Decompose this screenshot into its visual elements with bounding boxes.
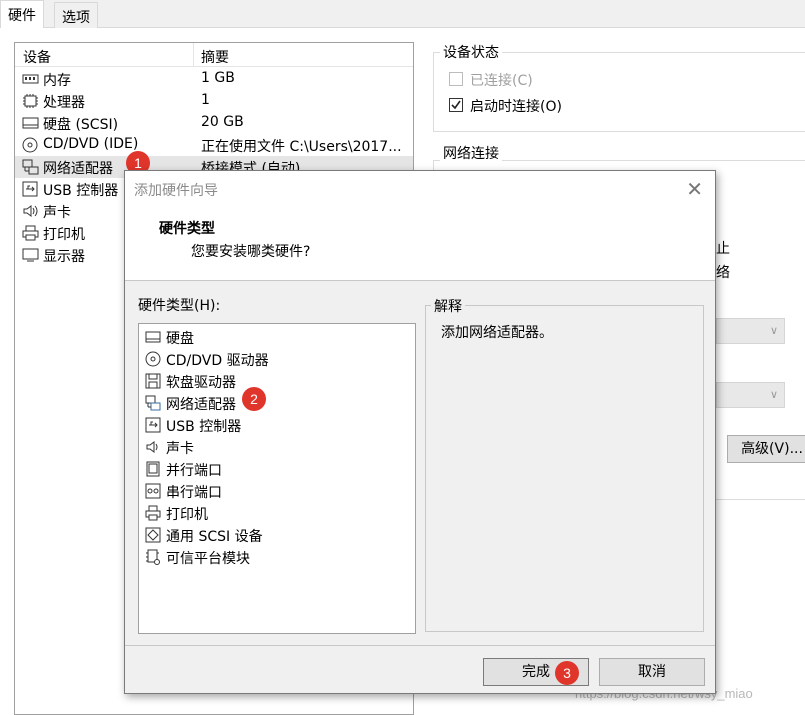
connect-at-power-on-checkbox[interactable] (449, 98, 463, 112)
device-name: 打印机 (43, 227, 85, 243)
hardware-type-list[interactable]: 硬盘 CD/DVD 驱动器 软盘驱动器 网络适配器 USB 控制器 声卡 并行端… (138, 323, 416, 634)
sound-card-icon (146, 441, 158, 453)
annotation-badge-3: 3 (555, 661, 579, 685)
network-option-text-2: 络 (716, 265, 730, 281)
hardware-item-cd-dvd[interactable]: CD/DVD 驱动器 (139, 348, 415, 370)
serial-port-icon (145, 483, 161, 499)
annotation-badge-2: 2 (242, 387, 266, 411)
hardware-item-label: 打印机 (166, 507, 208, 523)
tab-hardware[interactable]: 硬件 (0, 0, 44, 29)
device-name: 显示器 (43, 249, 85, 265)
connected-checkbox[interactable] (449, 72, 463, 86)
device-name: 内存 (43, 73, 71, 89)
device-row-cd-dvd[interactable]: CD/DVD (IDE) 正在使用文件 C:\Users\2017... (15, 134, 413, 156)
hardware-item-label: 软盘驱动器 (166, 375, 236, 391)
hard-disk-icon (22, 117, 39, 129)
connected-label: 已连接(C) (470, 73, 533, 89)
usb-controller-icon (145, 417, 161, 433)
device-summary: 1 GB (201, 70, 235, 86)
chevron-down-icon: ∨ (769, 388, 778, 401)
memory-icon (22, 74, 39, 84)
device-name: USB 控制器 (43, 183, 119, 199)
hardware-item-hard-disk[interactable]: 硬盘 (139, 326, 415, 348)
hardware-item-label: 可信平台模块 (166, 551, 250, 567)
network-adapter-icon (22, 159, 39, 175)
device-status-title: 设备状态 (440, 42, 502, 62)
hardware-item-serial-port[interactable]: 串行端口 (139, 480, 415, 502)
device-row-hard-disk[interactable]: 硬盘 (SCSI) 20 GB (15, 112, 413, 134)
tab-options[interactable]: 选项 (54, 2, 98, 29)
device-name: 声卡 (43, 205, 71, 221)
tab-bar: 硬件 选项 (0, 0, 805, 29)
chevron-down-icon: ∨ (769, 324, 778, 337)
display-icon (22, 248, 39, 262)
network-option-text-1: 止 (716, 241, 730, 257)
hardware-item-floppy[interactable]: 软盘驱动器 (139, 370, 415, 392)
hardware-item-label: USB 控制器 (166, 419, 242, 435)
sound-card-icon (23, 205, 38, 217)
network-dropdown-2[interactable]: ∨ (716, 382, 785, 408)
hardware-item-sound-card[interactable]: 声卡 (139, 436, 415, 458)
column-summary[interactable]: 摘要 (201, 47, 229, 67)
hardware-item-label: 通用 SCSI 设备 (166, 529, 263, 545)
hardware-item-printer[interactable]: 打印机 (139, 502, 415, 524)
device-list-header: 设备 摘要 (15, 43, 413, 67)
network-adapter-icon (145, 395, 161, 411)
dialog-title: 添加硬件向导 (134, 183, 218, 199)
hardware-item-label: 网络适配器 (166, 397, 236, 413)
advanced-button[interactable]: 高级(V)... (727, 435, 805, 463)
dialog-title-bar: 添加硬件向导 ✕ (125, 171, 715, 207)
printer-icon (22, 225, 39, 241)
dialog-header: 硬件类型 您要安装哪类硬件? (125, 207, 715, 281)
add-hardware-wizard-dialog: 添加硬件向导 ✕ 硬件类型 您要安装哪类硬件? 硬件类型(H): 硬盘 CD/D… (124, 170, 716, 694)
device-name: CD/DVD (IDE) (43, 136, 139, 152)
explanation-text: 添加网络适配器。 (441, 325, 553, 341)
hardware-item-label: 声卡 (166, 441, 194, 457)
hardware-item-label: 并行端口 (166, 463, 222, 479)
dialog-heading: 硬件类型 (159, 221, 215, 237)
device-name: 网络适配器 (43, 161, 113, 177)
connect-at-power-on-label: 启动时连接(O) (470, 99, 562, 115)
hardware-item-label: CD/DVD 驱动器 (166, 353, 269, 369)
tab-hardware-label: 硬件 (8, 8, 36, 24)
processor-icon (23, 94, 38, 108)
device-row-memory[interactable]: 内存 1 GB (15, 68, 413, 90)
hardware-item-label: 串行端口 (166, 485, 222, 501)
printer-icon (145, 505, 161, 521)
hardware-item-scsi-device[interactable]: 通用 SCSI 设备 (139, 524, 415, 546)
close-icon[interactable]: ✕ (686, 177, 703, 201)
column-device[interactable]: 设备 (23, 47, 51, 67)
device-summary: 1 (201, 92, 210, 108)
tpm-icon (146, 549, 160, 565)
device-name: 硬盘 (SCSI) (43, 117, 119, 133)
network-connection-title: 网络连接 (440, 143, 502, 163)
dialog-subheading: 您要安装哪类硬件? (191, 244, 311, 260)
dialog-footer-divider (125, 645, 715, 646)
cd-dvd-icon (145, 351, 161, 367)
device-summary: 正在使用文件 C:\Users\2017... (201, 139, 402, 155)
tab-options-label: 选项 (62, 10, 90, 26)
hardware-type-label: 硬件类型(H): (138, 298, 221, 314)
usb-controller-icon (22, 181, 38, 197)
explanation-title: 解释 (431, 296, 465, 316)
checkmark-icon (451, 100, 461, 110)
hardware-item-label: 硬盘 (166, 331, 194, 347)
parallel-port-icon (146, 461, 160, 477)
scsi-device-icon (145, 527, 161, 543)
hardware-item-tpm[interactable]: 可信平台模块 (139, 546, 415, 568)
hard-disk-icon (145, 331, 161, 343)
hardware-item-network-adapter[interactable]: 网络适配器 (139, 392, 415, 414)
cd-dvd-icon (22, 137, 38, 153)
explanation-group (425, 305, 704, 632)
device-status-group (433, 52, 805, 132)
network-dropdown-1[interactable]: ∨ (716, 318, 785, 344)
floppy-icon (145, 373, 161, 389)
hardware-item-parallel-port[interactable]: 并行端口 (139, 458, 415, 480)
device-name: 处理器 (43, 95, 85, 111)
cancel-button[interactable]: 取消 (599, 658, 705, 686)
device-row-processor[interactable]: 处理器 1 (15, 90, 413, 112)
hardware-item-usb-controller[interactable]: USB 控制器 (139, 414, 415, 436)
device-summary: 20 GB (201, 114, 244, 130)
